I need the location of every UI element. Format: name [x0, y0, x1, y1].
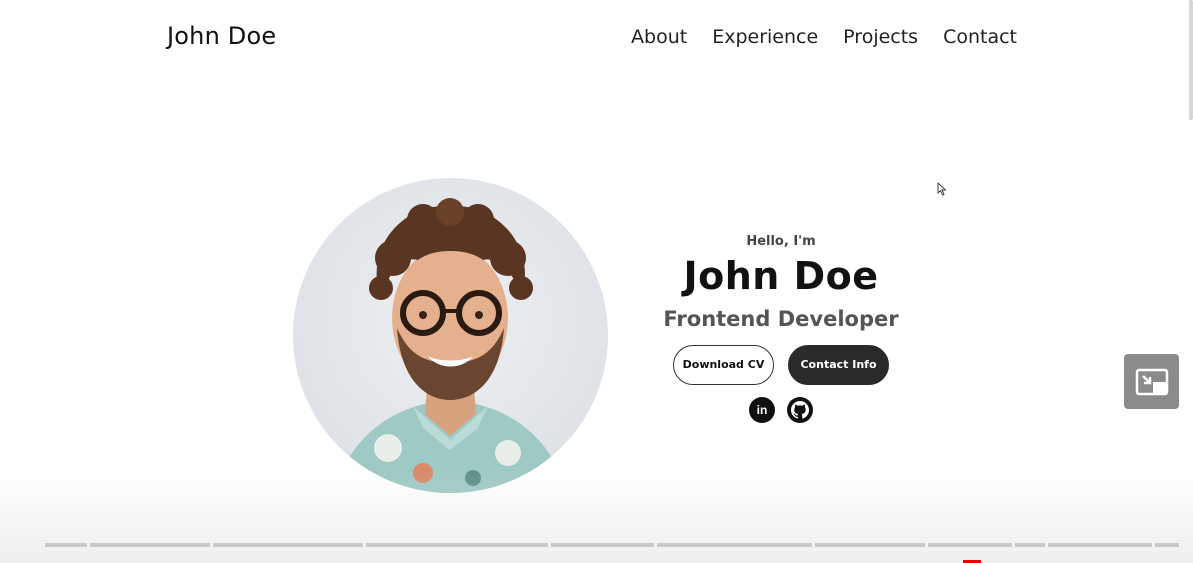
picture-in-picture-icon: [1135, 368, 1168, 395]
progress-segment: [928, 543, 1012, 547]
picture-in-picture-button[interactable]: [1124, 354, 1179, 409]
site-logo[interactable]: John Doe: [167, 22, 276, 50]
hero-intro: Hello, I'm John Doe Frontend Developer D…: [660, 234, 902, 423]
progress-segment: [815, 543, 925, 547]
video-progress-bar[interactable]: [8, 543, 1188, 547]
progress-segment: [1015, 543, 1045, 547]
progress-segment: [213, 543, 363, 547]
nav-link-experience[interactable]: Experience: [712, 26, 818, 48]
nav-link-contact[interactable]: Contact: [943, 26, 1017, 48]
progress-segment: [1155, 543, 1179, 547]
hero-greeting: Hello, I'm: [746, 234, 816, 249]
progress-segment: [657, 543, 812, 547]
hero-buttons: Download CV Contact Info: [660, 344, 902, 385]
progress-segment: [551, 543, 654, 547]
nav-link-projects[interactable]: Projects: [843, 26, 918, 48]
progress-segment: [25, 543, 42, 547]
mouse-cursor-icon: [937, 182, 947, 196]
hero-name: John Doe: [683, 254, 879, 298]
page-scrollbar[interactable]: [1189, 0, 1193, 120]
progress-segment: [1048, 543, 1152, 547]
progress-segment: [45, 543, 87, 547]
download-cv-button[interactable]: Download CV: [673, 344, 774, 385]
github-icon-glyph: [791, 400, 809, 419]
contact-info-button[interactable]: Contact Info: [788, 344, 889, 385]
social-links: in: [660, 396, 902, 423]
profile-photo: [293, 178, 608, 493]
linkedin-icon-glyph: in: [756, 402, 768, 417]
linkedin-icon[interactable]: in: [749, 396, 775, 423]
nav-link-about[interactable]: About: [631, 26, 687, 48]
progress-segment: [366, 543, 548, 547]
progress-segment: [8, 543, 22, 547]
nav-links: About Experience Projects Contact: [631, 26, 1017, 48]
hero-role: Frontend Developer: [663, 306, 899, 331]
profile-photo-illustration: [333, 198, 568, 493]
navbar: John Doe About Experience Projects Conta…: [0, 0, 1193, 80]
video-controls-overlay: [0, 470, 1193, 563]
progress-segment: [90, 543, 210, 547]
github-icon[interactable]: [787, 396, 813, 423]
